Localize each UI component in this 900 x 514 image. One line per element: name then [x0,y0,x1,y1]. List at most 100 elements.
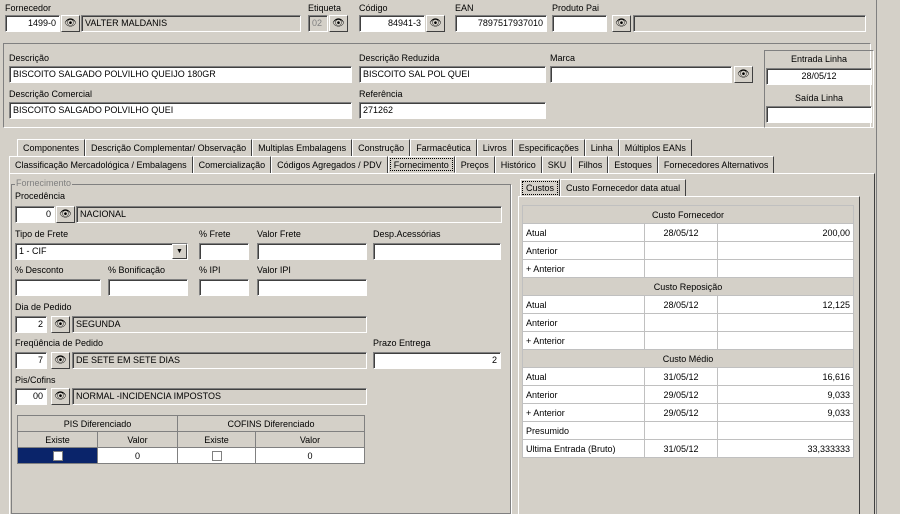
etiqueta-button[interactable]: 👁 [329,15,348,32]
saida-linha-field[interactable] [766,106,872,123]
referencia-label: Referência [359,89,403,99]
tab-historico[interactable]: Histórico [494,156,542,173]
ean-label: EAN [455,3,474,13]
tab-multiplos-eans[interactable]: Múltiplos EANs [618,139,692,156]
entrada-linha-field[interactable]: 28/05/12 [766,68,872,85]
dia-pedido-code-field[interactable]: 2 [15,316,47,333]
tab-codigos-agregados[interactable]: Códigos Agregados / PDV [271,156,388,173]
table-row: Ultima Entrada (Bruto) 31/05/12 33,333333 [522,439,854,458]
row-date [644,241,718,260]
pis-cofins-code-field[interactable]: 00 [15,388,47,405]
valor-ipi-field[interactable] [257,279,367,296]
descricao-field[interactable]: BISCOITO SALGADO POLVILHO QUEIJO 180GR [9,66,352,83]
custo-reposicao-header: Custo Reposição [522,277,854,296]
row-date: 28/05/12 [644,295,718,314]
desc-comercial-field[interactable]: BISCOITO SALGADO POLVILHO QUEI [9,102,352,119]
row-value: 12,125 [717,295,854,314]
frequencia-name-field: DE SETE EM SETE DIAS [72,352,367,369]
row-label: Atual [522,367,645,386]
pct-frete-field[interactable] [199,243,249,260]
tab-componentes[interactable]: Componentes [17,139,86,156]
etiqueta-label: Etiqueta [308,3,342,13]
prazo-entrega-field[interactable]: 2 [373,352,501,369]
codigo-field[interactable]: 84941-3 [359,15,425,32]
pis-valor-cell[interactable]: 0 [97,447,178,464]
pis-valor-header: Valor [97,431,178,448]
frequencia-search-button[interactable]: 👁 [51,352,70,369]
tab-custo-fornecedor-data-atual[interactable]: Custo Fornecedor data atual [560,179,687,196]
tab-sku[interactable]: SKU [541,156,573,173]
tab-descricao-complementar[interactable]: Descrição Complementar/ Observação [85,139,253,156]
dia-pedido-search-button[interactable]: 👁 [51,316,70,333]
tipo-frete-label: Tipo de Frete [15,229,69,239]
row-date: 29/05/12 [644,403,718,422]
pct-desconto-label: % Desconto [15,265,64,275]
tipo-frete-dropdown-button[interactable]: ▼ [172,244,187,259]
referencia-field[interactable]: 271262 [359,102,546,119]
ean-field[interactable]: 7897517937010 [455,15,547,32]
cofins-existe-checkbox[interactable] [211,450,222,461]
tab-livros[interactable]: Livros [476,139,513,156]
tab-custos[interactable]: Custos [520,179,561,197]
tab-filhos[interactable]: Filhos [572,156,609,173]
row-date [644,259,718,278]
tab-multiplas-embalagens[interactable]: Multiplas Embalagens [252,139,353,156]
pis-existe-cell[interactable] [17,447,98,464]
pis-cofins-label: Pis/Cofins [15,375,56,385]
produto-pai-field[interactable] [552,15,607,32]
right-scrollbar-area [876,0,900,514]
pct-desconto-field[interactable] [15,279,101,296]
cofins-existe-header: Existe [177,431,256,448]
cofins-existe-cell[interactable] [177,447,256,464]
frequencia-label: Freqüência de Pedido [15,338,104,348]
desc-reduzida-label: Descrição Reduzida [359,53,440,63]
tab-especificacoes[interactable]: Especificações [512,139,585,156]
pct-bonificacao-field[interactable] [108,279,188,296]
codigo-label: Código [359,3,388,13]
row-value: 9,033 [717,385,854,404]
fornecedor-label: Fornecedor [5,3,52,13]
procedencia-label: Procedência [15,191,66,201]
codigo-search-button[interactable]: 👁 [426,15,445,32]
valor-ipi-label: Valor IPI [257,265,291,275]
row-label: Atual [522,295,645,314]
tipo-frete-select[interactable]: 1 - CIF [15,243,188,260]
tab-comercializacao[interactable]: Comercialização [192,156,272,173]
pis-cofins-search-button[interactable]: 👁 [51,388,70,405]
tab-farmaceutica[interactable]: Farmacêutica [410,139,477,156]
row-label: Anterior [522,241,645,260]
produto-pai-search-button[interactable]: 👁 [612,15,631,32]
tab-precos[interactable]: Preços [454,156,495,173]
tab-construcao[interactable]: Construção [352,139,411,156]
desc-reduzida-field[interactable]: BISCOITO SAL POL QUEI [359,66,546,83]
entrada-linha-label: Entrada Linha [790,54,848,64]
tab-classificacao[interactable]: Classificação Mercadológica / Embalagens [9,156,193,173]
table-row: + Anterior 29/05/12 9,033 [522,403,854,422]
pct-ipi-field[interactable] [199,279,249,296]
fornecedor-search-button[interactable]: 👁 [61,15,80,32]
row-value [717,331,854,350]
pct-ipi-label: % IPI [199,265,221,275]
procedencia-code-field[interactable]: 0 [15,206,55,223]
desp-acessorias-field[interactable] [373,243,501,260]
tab-fornecedores-alternativos[interactable]: Fornecedores Alternativos [657,156,775,173]
binoculars-icon: 👁 [54,355,67,366]
tab-estoques[interactable]: Estoques [608,156,658,173]
fornecedor-code-field[interactable]: 1499-0 [5,15,60,32]
frequencia-code-field[interactable]: 7 [15,352,47,369]
binoculars-icon: 👁 [332,18,345,29]
tab-linha[interactable]: Linha [584,139,619,156]
pis-existe-checkbox[interactable] [52,450,63,461]
procedencia-search-button[interactable]: 👁 [56,206,75,223]
custo-fornecedor-header: Custo Fornecedor [522,205,854,224]
marca-field[interactable] [550,66,732,83]
valor-frete-field[interactable] [257,243,367,260]
binoculars-icon: 👁 [737,69,750,80]
etiqueta-field[interactable]: 02 [308,15,328,32]
row-date: 28/05/12 [644,223,718,242]
binoculars-icon: 👁 [54,319,67,330]
cofins-valor-cell[interactable]: 0 [255,447,365,464]
marca-search-button[interactable]: 👁 [734,66,753,83]
tab-fornecimento[interactable]: Fornecimento [387,156,455,173]
tabs-row-1: Componentes Descrição Complementar/ Obse… [17,139,692,156]
